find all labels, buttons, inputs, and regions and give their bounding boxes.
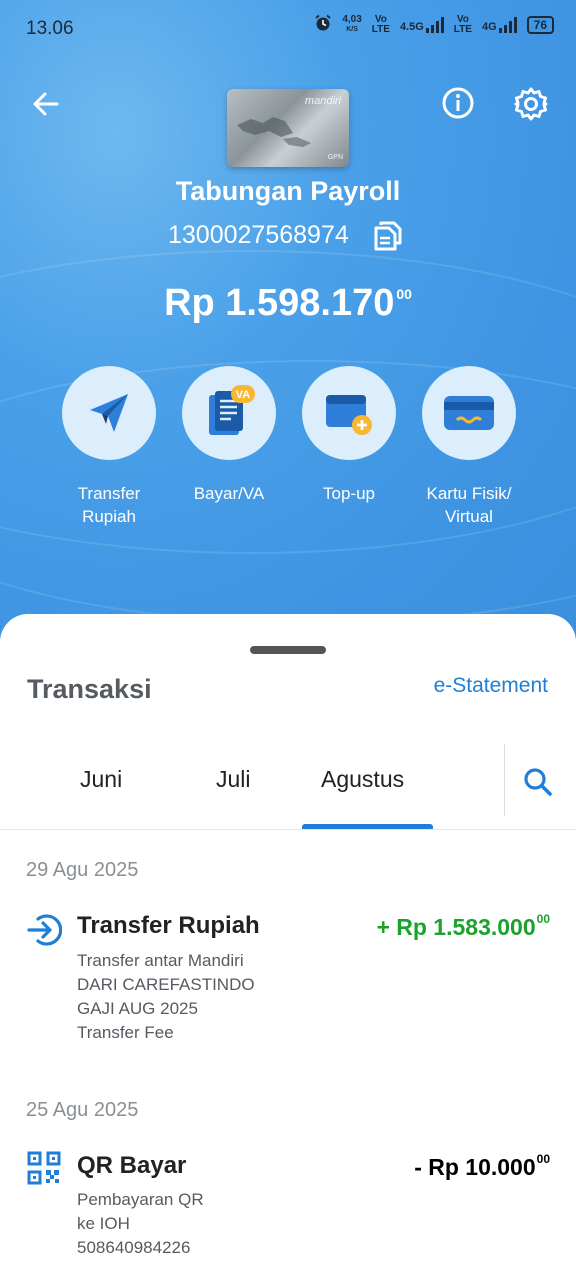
card-brand: mandiri xyxy=(304,95,341,107)
action-circle xyxy=(62,366,156,460)
alarm-icon xyxy=(314,14,332,35)
sim1-vo: Vo xyxy=(374,13,387,25)
desc-line: GAJI AUG 2025 xyxy=(77,999,198,1018)
transaction-description: Transfer antar Mandiri DARI CAREFASTINDO… xyxy=(77,949,255,1045)
network-speed: 4,03 K/S xyxy=(342,13,362,35)
va-bill-icon: VA xyxy=(209,385,255,435)
account-header: 13.06 4,03 K/S Vo LTE 4.5G Vo LTE 4G 76 … xyxy=(0,0,576,660)
sim2-net-label: 4G xyxy=(481,20,497,33)
account-balance: Rp 1.598.170 00 xyxy=(0,282,576,325)
speed-value: 4,03 xyxy=(342,13,362,25)
action-circle: VA xyxy=(182,366,276,460)
map-pattern-icon xyxy=(237,117,311,147)
transaction-name: QR Bayar xyxy=(77,1152,187,1179)
info-button[interactable] xyxy=(438,83,478,123)
search-button[interactable] xyxy=(522,766,554,803)
transaction-amount: + Rp 1.583.00000 xyxy=(376,912,550,941)
gear-icon xyxy=(514,87,548,121)
sim1-lte: LTE xyxy=(371,23,390,35)
desc-line: Pembayaran QR xyxy=(77,1190,204,1209)
account-card-image: mandiri GPN xyxy=(227,89,349,167)
incoming-arrow-icon xyxy=(26,912,63,953)
desc-line: ke IOH xyxy=(77,1214,130,1233)
amount-main: + Rp 1.583.000 xyxy=(376,914,536,940)
transaction-description: Pembayaran QR ke IOH 508640984226 xyxy=(77,1188,204,1260)
card-network: GPN xyxy=(327,154,343,161)
paper-plane-icon xyxy=(90,394,128,432)
copy-account-button[interactable] xyxy=(372,219,404,256)
qr-code-icon xyxy=(26,1150,62,1191)
sim2-lte: LTE xyxy=(453,23,472,35)
action-label-line1: Transfer xyxy=(77,484,141,503)
sheet-drag-handle[interactable] xyxy=(250,646,326,654)
svg-text:VA: VA xyxy=(236,389,251,401)
desc-line: Transfer antar Mandiri xyxy=(77,951,244,970)
balance-cents: 00 xyxy=(396,286,412,302)
tab-juni[interactable]: Juni xyxy=(80,766,122,793)
action-label: Top-up xyxy=(289,482,409,505)
action-top-up[interactable]: Top-up xyxy=(289,366,409,505)
transactions-sheet: Transaksi e-Statement Juni Juli Agustus … xyxy=(0,614,576,1280)
account-name: Tabungan Payroll xyxy=(175,176,401,206)
balance-main: Rp 1.598.170 xyxy=(164,282,395,324)
action-label: Bayar/VA xyxy=(169,482,289,505)
action-label: Kartu Fisik/Virtual xyxy=(409,482,529,528)
battery-icon: 76 xyxy=(526,15,554,34)
back-arrow-icon xyxy=(33,92,59,116)
transactions-title: Transaksi xyxy=(27,674,152,704)
transaction-amount: - Rp 10.00000 xyxy=(414,1152,550,1181)
action-label-line1: Bayar/VA xyxy=(193,484,265,503)
action-circle xyxy=(302,366,396,460)
action-label-line2: Rupiah xyxy=(82,507,136,526)
desc-line: 508640984226 xyxy=(77,1238,191,1257)
amount-main: - Rp 10.000 xyxy=(414,1154,536,1180)
tab-divider xyxy=(504,744,505,816)
action-label-line1: Kartu Fisik/ xyxy=(426,484,512,503)
transaction-date: 25 Agu 2025 xyxy=(26,1099,139,1121)
action-transfer-rupiah[interactable]: Transfer Rupiah xyxy=(49,366,169,528)
back-button[interactable] xyxy=(26,84,66,124)
action-label-line2: Virtual xyxy=(445,507,493,526)
status-icons: 4,03 K/S Vo LTE 4.5G Vo LTE 4G 76 xyxy=(314,14,554,35)
tabs-bottom-border xyxy=(0,829,576,830)
signal-icon xyxy=(425,16,444,33)
sim2-volte: Vo LTE xyxy=(453,13,472,35)
transaction-name: Transfer Rupiah xyxy=(77,912,260,939)
action-circle xyxy=(422,366,516,460)
wallet-topup-icon xyxy=(326,395,372,435)
sim1-net-label: 4.5G xyxy=(399,20,424,33)
account-number: 1300027568974 xyxy=(168,221,349,249)
desc-line: Transfer Fee xyxy=(77,1023,174,1042)
e-statement-link[interactable]: e-Statement xyxy=(434,674,548,698)
search-icon xyxy=(524,768,552,796)
settings-button[interactable] xyxy=(510,83,552,125)
transaction-date: 29 Agu 2025 xyxy=(26,859,139,881)
action-kartu-fisik-virtual[interactable]: Kartu Fisik/Virtual xyxy=(409,366,529,528)
desc-line: DARI CAREFASTINDO xyxy=(77,975,255,994)
card-icon xyxy=(444,396,494,430)
tab-agustus[interactable]: Agustus xyxy=(321,766,404,793)
amount-cents: 00 xyxy=(536,912,550,926)
sim1-volte: Vo LTE xyxy=(371,13,390,35)
info-icon xyxy=(442,87,474,119)
status-time: 13.06 xyxy=(26,18,74,39)
action-label-line1: Top-up xyxy=(323,484,375,503)
status-bar: 13.06 4,03 K/S Vo LTE 4.5G Vo LTE 4G 76 xyxy=(0,0,576,58)
tab-juli[interactable]: Juli xyxy=(216,766,251,793)
battery-level: 76 xyxy=(533,17,547,32)
sim2-network: 4G xyxy=(481,16,517,33)
signal-icon xyxy=(498,16,517,33)
sim2-vo: Vo xyxy=(456,13,469,25)
amount-cents: 00 xyxy=(536,1152,550,1166)
speed-unit: K/S xyxy=(346,25,358,33)
action-label: Transfer Rupiah xyxy=(49,482,169,528)
sim1-network: 4.5G xyxy=(399,16,444,33)
copy-icon xyxy=(374,221,402,251)
action-bayar-va[interactable]: VA Bayar/VA xyxy=(169,366,289,505)
